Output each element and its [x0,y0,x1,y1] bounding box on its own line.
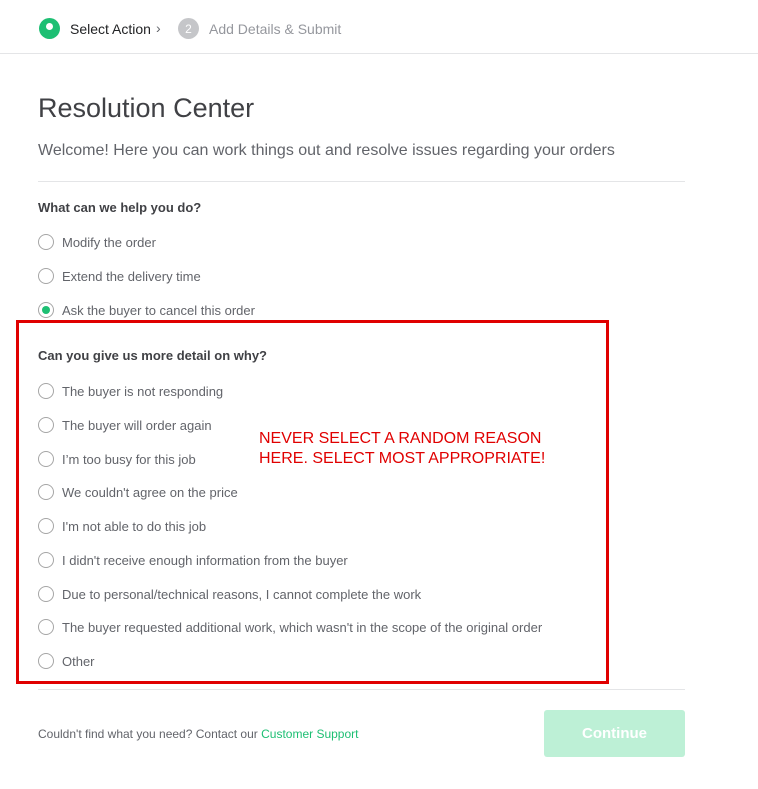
radio-label: Due to personal/technical reasons, I can… [62,586,422,602]
radio-option-not-enough-info[interactable]: I didn't receive enough information from… [38,551,348,569]
radio-option-not-able[interactable]: I'm not able to do this job [38,517,206,535]
divider [38,181,685,182]
divider [38,689,685,690]
radio-option-additional-work[interactable]: The buyer requested additional work, whi… [38,618,542,636]
radio-label: The buyer is not responding [62,383,224,399]
warning-line: NEVER SELECT A RANDOM REASON [259,430,542,447]
radio-option-too-busy[interactable]: I’m too busy for this job [38,450,196,468]
radio-button[interactable] [38,518,54,534]
radio-label: Ask the buyer to cancel this order [62,302,255,318]
customer-support-link[interactable]: Customer Support [261,727,358,741]
radio-option-ask-cancel[interactable]: Ask the buyer to cancel this order [38,301,255,319]
radio-label: Modify the order [62,234,156,250]
radio-option-buyer-order-again[interactable]: The buyer will order again [38,416,212,434]
radio-option-price-disagreement[interactable]: We couldn't agree on the price [38,483,238,501]
radio-button[interactable] [38,552,54,568]
radio-button[interactable] [38,484,54,500]
radio-label: We couldn't agree on the price [62,484,238,500]
radio-label: The buyer will order again [62,417,212,433]
radio-button[interactable] [38,417,54,433]
radio-button[interactable] [38,268,54,284]
step-label: Select Action [70,20,151,37]
radio-label: The buyer requested additional work, whi… [62,619,543,635]
chevron-right-icon: › [156,20,161,36]
warning-line: HERE. SELECT MOST APPROPRIATE! [259,450,546,467]
step-select-action[interactable]: Select Action [39,18,151,39]
radio-button[interactable] [38,586,54,602]
continue-button[interactable]: Continue [544,710,685,757]
location-pin-icon [39,18,60,39]
step-add-details: 2 Add Details & Submit [178,18,341,39]
annotation-warning-text: NEVER SELECT A RANDOM REASON HERE. SELEC… [259,429,545,469]
stepper: Select Action › 2 Add Details & Submit [0,0,758,54]
radio-button[interactable] [38,619,54,635]
radio-button-checked[interactable] [38,302,54,318]
radio-option-modify-order[interactable]: Modify the order [38,233,156,251]
action-question-label: What can we help you do? [38,200,202,215]
step-label: Add Details & Submit [209,20,342,37]
help-prefix: Couldn't find what you need? Contact our [38,727,262,741]
radio-button[interactable] [38,451,54,467]
radio-label: I didn't receive enough information from… [62,552,348,568]
page-title: Resolution Center [38,93,255,123]
radio-label: Other [62,653,95,669]
help-text: Couldn't find what you need? Contact our… [38,727,359,741]
radio-option-personal-technical[interactable]: Due to personal/technical reasons, I can… [38,585,421,603]
radio-label: Extend the delivery time [62,268,201,284]
reason-question-label: Can you give us more detail on why? [38,348,267,363]
step-number-badge: 2 [178,18,199,39]
radio-label: I'm not able to do this job [62,518,207,534]
radio-button[interactable] [38,653,54,669]
radio-label: I’m too busy for this job [62,451,196,467]
radio-button[interactable] [38,234,54,250]
radio-option-buyer-not-responding[interactable]: The buyer is not responding [38,382,223,400]
radio-option-other[interactable]: Other [38,652,95,670]
page-subtitle: Welcome! Here you can work things out an… [38,142,615,159]
radio-button[interactable] [38,383,54,399]
radio-option-extend-delivery[interactable]: Extend the delivery time [38,267,201,285]
